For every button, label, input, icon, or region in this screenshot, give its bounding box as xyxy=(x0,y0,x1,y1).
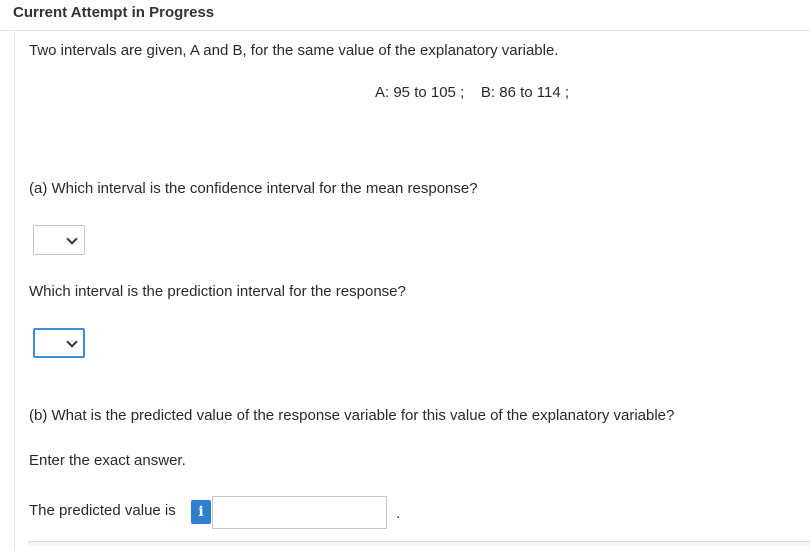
chevron-down-icon xyxy=(66,233,78,245)
intervals-text: A: 95 to 105 ; B: 86 to 114 ; xyxy=(375,84,570,101)
bottom-divider xyxy=(28,541,810,546)
predicted-value-input[interactable] xyxy=(212,496,387,529)
info-icon[interactable]: i xyxy=(191,500,211,524)
part-a-prompt-confidence: (a) Which interval is the confidence int… xyxy=(29,180,478,197)
trailing-period: . xyxy=(396,505,401,522)
part-b-prompt: (b) What is the predicted value of the r… xyxy=(29,407,675,424)
answer-label: The predicted value is xyxy=(29,502,176,519)
part-a-prompt-prediction: Which interval is the prediction interva… xyxy=(29,283,406,300)
part-b-instruction: Enter the exact answer. xyxy=(29,452,186,469)
confidence-interval-select[interactable] xyxy=(33,225,85,255)
question-intro: Two intervals are given, A and B, for th… xyxy=(29,42,559,59)
chevron-down-icon xyxy=(66,336,78,348)
page-title: Current Attempt in Progress xyxy=(13,4,215,21)
prediction-interval-select[interactable] xyxy=(33,328,85,358)
page-header: Current Attempt in Progress xyxy=(0,0,810,31)
